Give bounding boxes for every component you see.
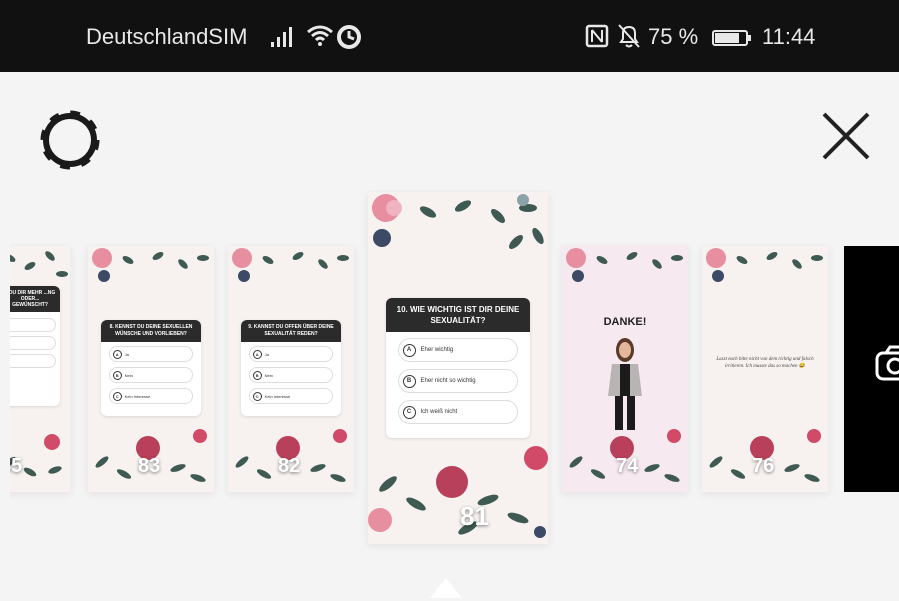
view-count: 83 bbox=[138, 455, 161, 477]
carrier-name: DeutschlandSIM bbox=[86, 24, 248, 49]
nfc-icon bbox=[585, 24, 609, 48]
settings-gear-icon[interactable] bbox=[36, 106, 104, 174]
status-bar: DeutschlandSIM 75 % 11:44 bbox=[0, 0, 899, 72]
battery-icon bbox=[712, 30, 751, 46]
question-card: 10. WIE WICHTIG IST DIR DEINE SEXUALITÄT… bbox=[386, 298, 530, 438]
battery-percent: 75 % bbox=[648, 24, 699, 49]
person-photo bbox=[608, 338, 642, 430]
question-text: 9. KANNST DU OFFEN ÜBER DEINE SEXUALITÄT… bbox=[240, 320, 342, 342]
answer-option: C Kein Interesse bbox=[108, 388, 194, 404]
signal-icon bbox=[271, 27, 292, 47]
view-count: 81 bbox=[460, 501, 489, 531]
data-saver-icon bbox=[337, 25, 361, 49]
answer-option bbox=[10, 318, 56, 332]
view-count: 76 bbox=[752, 455, 775, 477]
selected-indicator-arrow bbox=[430, 578, 462, 598]
question-card: ...DU DIR MEHR ...NG ODER... GEWÜNSCHT? bbox=[10, 286, 60, 406]
story-thumbnail-selected[interactable]: 10. WIE WICHTIG IST DIR DEINE SEXUALITÄT… bbox=[368, 192, 548, 544]
story-text: Lasst euch bitte nicht von dem richtig u… bbox=[716, 357, 814, 369]
clock-time: 11:44 bbox=[762, 24, 816, 49]
story-headline: DANKE! bbox=[603, 316, 647, 328]
answer-option bbox=[10, 354, 56, 368]
question-text: 10. WIE WICHTIG IST DIR DEINE SEXUALITÄT… bbox=[386, 298, 530, 332]
story-thumbnail[interactable]: DANKE! 74 bbox=[562, 246, 688, 492]
bell-off-icon bbox=[618, 24, 640, 48]
floral-decoration bbox=[92, 248, 209, 282]
add-story-camera-tile[interactable] bbox=[844, 246, 899, 492]
question-text: ...DU DIR MEHR ...NG ODER... GEWÜNSCHT? bbox=[10, 286, 60, 312]
story-thumbnail[interactable]: 9. KANNST DU OFFEN ÜBER DEINE SEXUALITÄT… bbox=[228, 246, 354, 492]
question-card: 8. KENNST DU DEINE SEXUELLEN WÜNSCHE UND… bbox=[100, 320, 202, 416]
answer-option: A Ja bbox=[248, 346, 334, 362]
story-tray: ...DU DIR MEHR ...NG ODER... GEWÜNSCHT? … bbox=[10, 190, 899, 550]
answer-option: A Ja bbox=[108, 346, 194, 362]
floral-decoration bbox=[566, 248, 683, 282]
view-count: 82 bbox=[278, 455, 301, 477]
story-thumbnail[interactable]: Lasst euch bitte nicht von dem richtig u… bbox=[702, 246, 828, 492]
answer-option: B Nein bbox=[248, 367, 334, 383]
answer-list: A Ja B Nein C Kein Interesse bbox=[241, 342, 342, 404]
story-toolbar bbox=[0, 72, 899, 192]
answer-option: B Eher nicht so wichtig bbox=[397, 369, 519, 393]
answer-option: B Nein bbox=[108, 367, 194, 383]
view-count: 74 bbox=[616, 455, 639, 477]
answer-option: C Kein Interesse bbox=[248, 388, 334, 404]
answer-option: A Eher wichtig bbox=[397, 338, 519, 362]
story-thumbnail[interactable]: ...DU DIR MEHR ...NG ODER... GEWÜNSCHT? … bbox=[10, 246, 70, 492]
answer-list: A Eher wichtig B Eher nicht so wichtig C Ic… bbox=[386, 332, 530, 424]
floral-decoration bbox=[706, 248, 823, 282]
camera-icon bbox=[875, 345, 899, 381]
question-card: 9. KANNST DU OFFEN ÜBER DEINE SEXUALITÄT… bbox=[240, 320, 342, 416]
floral-decoration bbox=[232, 248, 349, 282]
story-thumbnail[interactable]: 8. KENNST DU DEINE SEXUELLEN WÜNSCHE UND… bbox=[88, 246, 214, 492]
floral-decoration bbox=[372, 194, 544, 249]
answer-list: A Ja B Nein C Kein Interesse bbox=[101, 342, 202, 404]
floral-decoration bbox=[368, 446, 548, 538]
answer-option bbox=[10, 336, 56, 350]
close-icon[interactable] bbox=[818, 108, 874, 164]
question-text: 8. KENNST DU DEINE SEXUELLEN WÜNSCHE UND… bbox=[100, 320, 202, 342]
wifi-icon bbox=[307, 25, 333, 46]
answer-option: C Ich weiß nicht bbox=[397, 400, 519, 424]
view-count: 85 bbox=[10, 455, 23, 477]
